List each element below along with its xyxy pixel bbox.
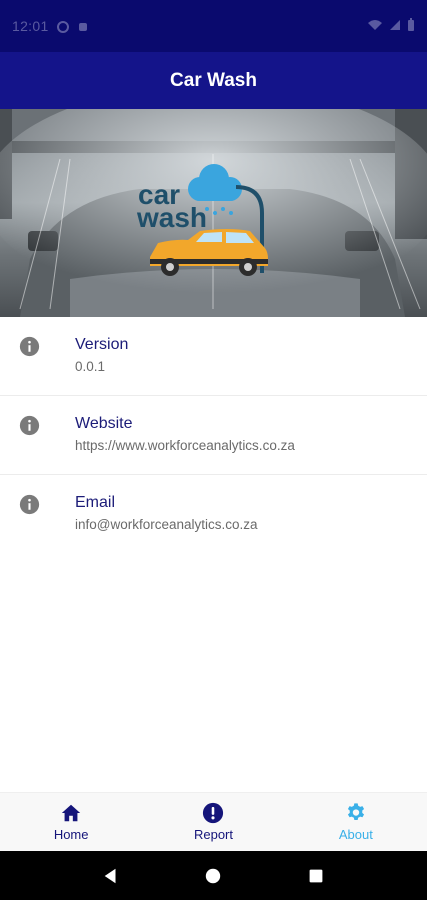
about-list: Version 0.0.1 Website https://www.workfo… [0, 317, 427, 554]
info-icon [19, 494, 40, 515]
website-link[interactable]: https://www.workforceanalytics.co.za [75, 438, 295, 453]
tab-report[interactable]: Report [142, 793, 284, 851]
info-icon [19, 336, 40, 357]
list-item-website[interactable]: Website https://www.workforceanalytics.c… [0, 396, 427, 475]
version-value: 0.0.1 [75, 359, 106, 374]
system-navigation-bar [0, 851, 427, 900]
hero-banner-image: car wash [0, 109, 427, 317]
home-icon [61, 804, 81, 822]
home-circle-icon [206, 868, 221, 883]
app-bar: Car Wash [0, 52, 427, 109]
tab-report-label: Report [193, 827, 233, 842]
version-label: Version [75, 336, 129, 353]
info-icon [19, 415, 40, 436]
recents-button[interactable] [306, 866, 326, 886]
tab-about[interactable]: About [285, 793, 427, 851]
email-link[interactable]: info@workforceanalytics.co.za [75, 517, 258, 532]
sync-status-icon [56, 20, 69, 33]
app-title: Car Wash [170, 69, 257, 91]
email-label: Email [75, 494, 116, 511]
recents-square-icon [309, 869, 323, 882]
back-triangle-icon [104, 868, 116, 883]
list-item-email[interactable]: Email info@workforceanalytics.co.za [0, 475, 427, 554]
status-time: 12:01 [12, 18, 49, 34]
alert-icon [203, 802, 224, 824]
list-item-version: Version 0.0.1 [0, 317, 427, 396]
tab-about-label: About [338, 827, 373, 842]
gear-icon [347, 803, 364, 821]
website-label: Website [75, 415, 133, 432]
bottom-navigation: Home Report About [0, 792, 427, 851]
logo-word-wash: wash [136, 202, 207, 233]
home-system-button[interactable] [203, 866, 223, 886]
car-wash-logo: car wash [136, 164, 268, 276]
wifi-icon [367, 18, 383, 34]
status-right [367, 17, 415, 35]
signal-icon [389, 18, 401, 34]
notification-status-icon [77, 20, 89, 32]
tab-home[interactable]: Home [0, 793, 142, 851]
tab-home-label: Home [53, 827, 89, 842]
battery-icon [407, 17, 415, 35]
status-bar: 12:01 [0, 0, 427, 52]
back-button[interactable] [101, 866, 121, 886]
